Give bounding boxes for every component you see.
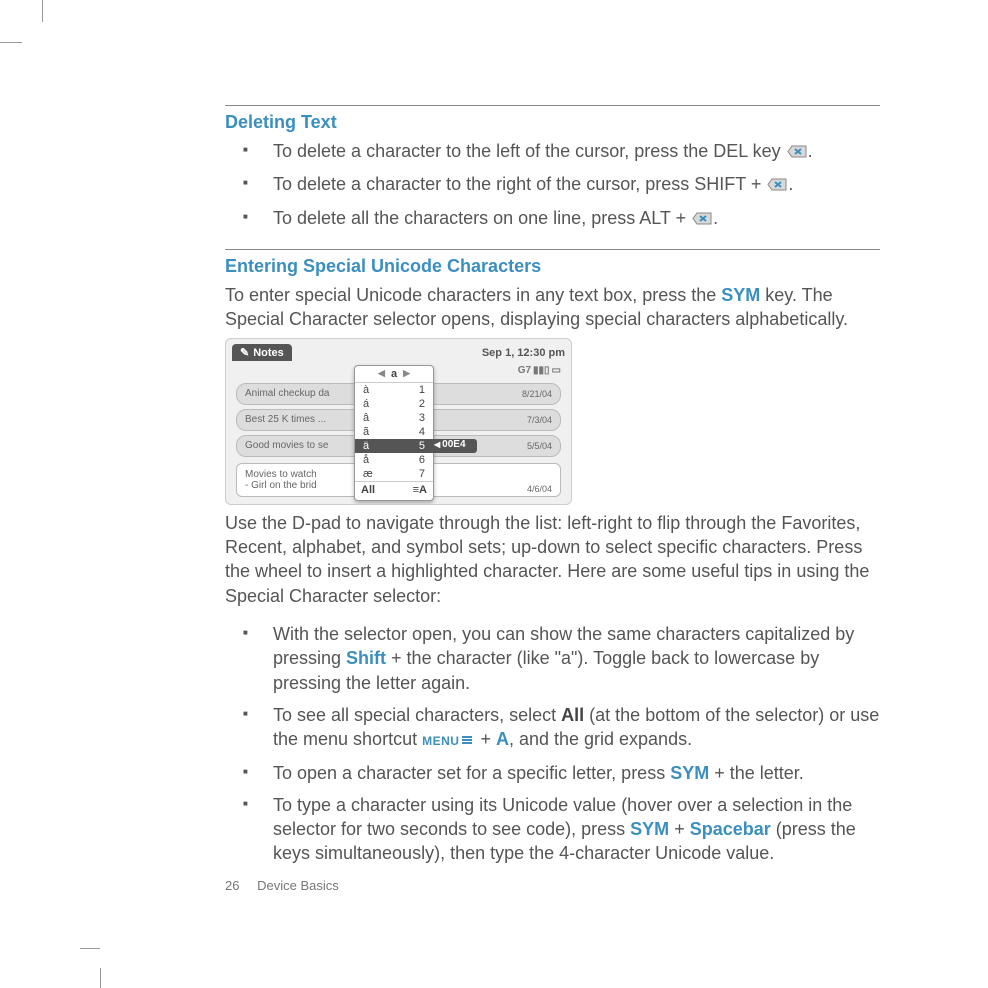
text: . bbox=[808, 141, 813, 161]
delete-key-icon bbox=[787, 140, 807, 164]
menu-icon bbox=[461, 728, 473, 752]
popup-row: á2 bbox=[355, 397, 433, 411]
signal-icon: ▮▮▯ bbox=[533, 365, 550, 376]
menu-key: MENU bbox=[422, 734, 459, 748]
device-screenshot: ✎ Notes Sep 1, 12:30 pm G7 ▮▮▯ ▭ Animal … bbox=[225, 338, 572, 505]
unicode-code-tooltip: 00E4 bbox=[434, 438, 466, 452]
popup-header: ◀ a ▶ bbox=[355, 366, 433, 383]
list-item: To delete a character to the right of th… bbox=[225, 172, 880, 197]
delete-key-icon bbox=[767, 173, 787, 197]
tips-list: With the selector open, you can show the… bbox=[225, 622, 880, 866]
intro-text: To enter special Unicode characters in a… bbox=[225, 283, 880, 332]
a-key: A bbox=[496, 729, 509, 749]
text: To delete a character to the left of the… bbox=[273, 141, 786, 161]
deleting-list: To delete a character to the left of the… bbox=[225, 139, 880, 231]
text: + bbox=[475, 729, 496, 749]
row-label: Good movies to se bbox=[245, 440, 328, 451]
delete-key-icon bbox=[692, 207, 712, 231]
spacebar-key: Spacebar bbox=[690, 819, 771, 839]
popup-row-selected: ä5 bbox=[355, 439, 433, 453]
row-label: Movies to watch - Girl on the brid bbox=[245, 469, 317, 491]
char-selector-popup: ◀ a ▶ à1 á2 â3 ã4 ä5 å6 æ7 All ≡A bbox=[354, 365, 434, 501]
footer-section: Device Basics bbox=[257, 878, 339, 893]
page-number: 26 bbox=[225, 878, 239, 893]
after-image-text: Use the D-pad to navigate through the li… bbox=[225, 511, 880, 608]
text: To open a character set for a specific l… bbox=[273, 763, 670, 783]
section-title-deleting: Deleting Text bbox=[225, 112, 880, 133]
list-item: To type a character using its Unicode va… bbox=[225, 793, 880, 866]
popup-row: â3 bbox=[355, 411, 433, 425]
list-item: To delete all the characters on one line… bbox=[225, 206, 880, 231]
popup-row: æ7 bbox=[355, 467, 433, 481]
popup-footer: All ≡A bbox=[355, 481, 433, 498]
notes-label: Notes bbox=[253, 347, 284, 359]
popup-row: à1 bbox=[355, 383, 433, 397]
sym-key: SYM bbox=[670, 763, 709, 783]
text: To see all special characters, select bbox=[273, 705, 561, 725]
text: . bbox=[713, 208, 718, 228]
row-label: Best 25 K times ... bbox=[245, 414, 326, 425]
list-item: With the selector open, you can show the… bbox=[225, 622, 880, 695]
popup-row: å6 bbox=[355, 453, 433, 467]
text: To enter special Unicode characters in a… bbox=[225, 285, 721, 305]
text: To delete all the characters on one line… bbox=[273, 208, 691, 228]
list-item: To see all special characters, select Al… bbox=[225, 703, 880, 753]
row-date: 7/3/04 bbox=[527, 415, 552, 425]
text: + bbox=[669, 819, 690, 839]
status-date: Sep 1, 12:30 pm bbox=[482, 347, 565, 359]
popup-row: ã4 bbox=[355, 425, 433, 439]
page-content: Deleting Text To delete a character to t… bbox=[225, 105, 880, 884]
divider bbox=[225, 249, 880, 250]
text: To delete a character to the right of th… bbox=[273, 174, 766, 194]
battery-icon: ▭ bbox=[552, 365, 561, 376]
row-label: Animal checkup da bbox=[245, 388, 330, 399]
list-item: To open a character set for a specific l… bbox=[225, 761, 880, 785]
shift-key: Shift bbox=[346, 648, 386, 668]
left-arrow-icon: ◀ bbox=[378, 368, 385, 379]
row-date: 5/5/04 bbox=[527, 441, 552, 451]
list-item: To delete a character to the left of the… bbox=[225, 139, 880, 164]
all-bold: All bbox=[561, 705, 584, 725]
row-date: 4/6/04 bbox=[527, 484, 552, 494]
notes-icon: ✎ bbox=[240, 346, 249, 359]
sym-key: SYM bbox=[721, 285, 760, 305]
notes-tab: ✎ Notes bbox=[232, 344, 292, 361]
popup-sort-icon: ≡A bbox=[413, 484, 427, 496]
sym-key: SYM bbox=[630, 819, 669, 839]
right-arrow-icon: ▶ bbox=[403, 368, 410, 379]
section-title-unicode: Entering Special Unicode Characters bbox=[225, 256, 880, 277]
status-signal: G7 ▮▮▯ ▭ bbox=[518, 365, 561, 376]
page-footer: 26 Device Basics bbox=[225, 878, 339, 893]
text: . bbox=[788, 174, 793, 194]
text: + the letter. bbox=[709, 763, 804, 783]
divider bbox=[225, 105, 880, 106]
row-date: 8/21/04 bbox=[522, 389, 552, 399]
text: , and the grid expands. bbox=[509, 729, 692, 749]
popup-letter: a bbox=[391, 368, 397, 380]
carrier: G7 bbox=[518, 365, 531, 376]
popup-all: All bbox=[361, 484, 375, 496]
